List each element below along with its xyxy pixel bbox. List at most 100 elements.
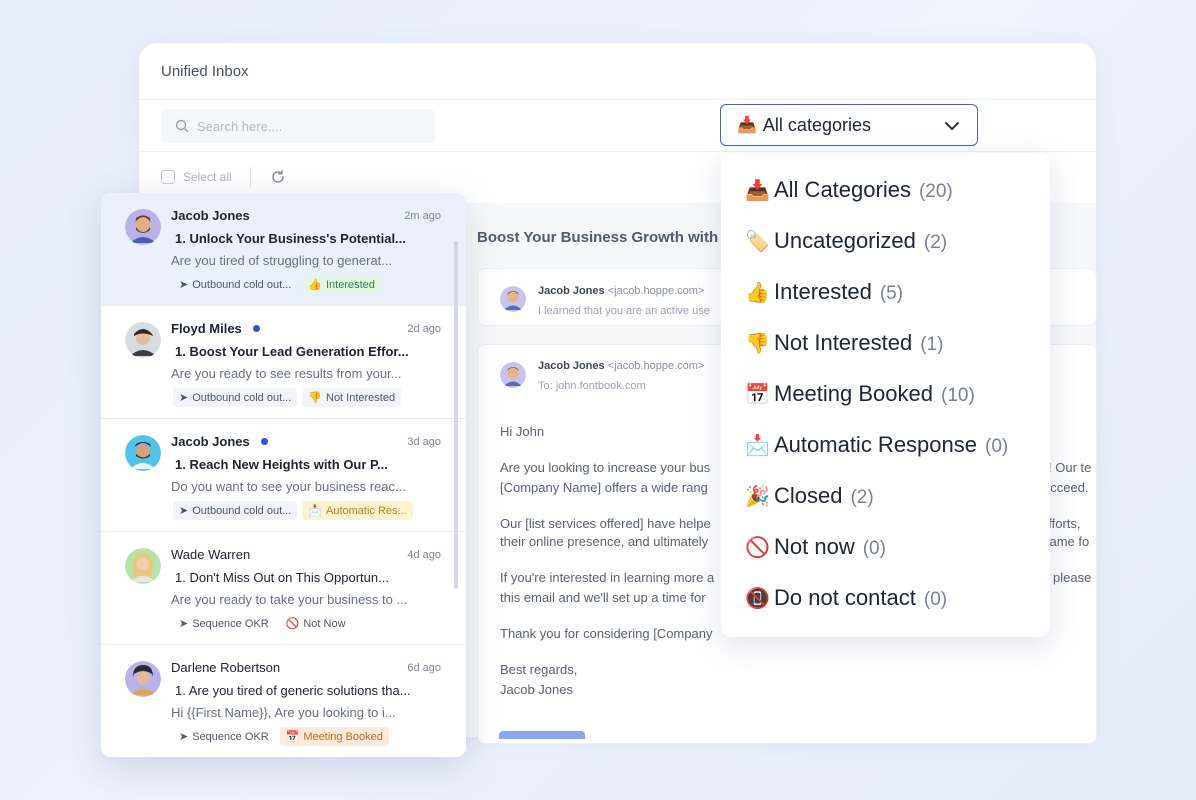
- email-line: If you're interested in learning more a: [500, 570, 715, 585]
- message-snippet: I learned that you are an active use: [538, 305, 710, 317]
- email-line: Our [list services offered] have helpe: [500, 516, 711, 531]
- recipient: To: john.fontbook.com: [538, 380, 646, 392]
- party-popper-icon: 🎉: [745, 486, 770, 508]
- send-icon: ➤: [179, 392, 189, 404]
- category-badge[interactable]: 🚫 Not Now: [279, 614, 352, 633]
- checkbox[interactable]: [161, 170, 175, 184]
- option-count: (0): [923, 589, 948, 610]
- message-row[interactable]: Wade Warren 4d ago 1. Don't Miss Out on …: [101, 532, 466, 645]
- campaign-tag: ➤ Outbound cold out...: [173, 388, 298, 407]
- toolbar-separator: [250, 167, 251, 187]
- search-input[interactable]: Search here....: [161, 109, 435, 143]
- avatar: [125, 209, 161, 245]
- message-time: 3d ago: [407, 436, 441, 448]
- option-label: All Categories: [774, 177, 911, 202]
- campaign-tag: ➤ Sequence OKR: [173, 727, 275, 746]
- avatar: [500, 286, 526, 312]
- page-title: Unified Inbox: [161, 63, 249, 80]
- option-count: (5): [879, 283, 904, 304]
- inbox-tray-icon: 📥: [745, 180, 770, 202]
- option-count: (0): [985, 436, 1009, 457]
- sender-name: Jacob Jones: [538, 285, 605, 297]
- select-all-checkbox[interactable]: Select all: [161, 170, 232, 184]
- message-row[interactable]: Floyd Miles 2d ago 1. Boost Your Lead Ge…: [101, 306, 466, 419]
- avatar: [125, 322, 161, 358]
- category-option-closed[interactable]: 🎉 Closed (2): [745, 483, 874, 509]
- search-icon: [175, 119, 189, 133]
- reader-subject: Boost Your Business Growth with O: [477, 229, 734, 246]
- message-preview: Are you ready to see results from your..…: [171, 366, 402, 381]
- avatar: [125, 548, 161, 584]
- option-count: (0): [862, 538, 886, 559]
- option-label: Meeting Booked: [774, 381, 933, 406]
- message-time: 6d ago: [407, 662, 441, 674]
- campaign-tag: ➤ Outbound cold out...: [179, 278, 292, 292]
- send-icon: ➤: [179, 505, 189, 517]
- toolbar-divider: [139, 151, 1096, 152]
- message-row[interactable]: Darlene Robertson 6d ago 1. Are you tire…: [101, 645, 466, 757]
- envelope-arrow-icon: 📩: [745, 435, 770, 457]
- category-option-automatic-response[interactable]: 📩 Automatic Response (0): [745, 432, 1008, 458]
- campaign-tag: ➤ Outbound cold out...: [173, 501, 298, 520]
- message-subject: 1. Are you tired of generic solutions th…: [175, 683, 411, 698]
- category-option-uncategorized[interactable]: 🏷️ Uncategorized (2): [745, 228, 947, 254]
- sender-name: Jacob Jones: [171, 208, 250, 223]
- reply-button[interactable]: [499, 731, 585, 739]
- category-badge[interactable]: 👍 Interested: [302, 275, 381, 294]
- category-badge[interactable]: 📅 Meeting Booked: [279, 727, 389, 746]
- refresh-icon[interactable]: [270, 169, 286, 185]
- email-line: this email and we'll set up a time for: [500, 590, 706, 605]
- message-subject: 1. Reach New Heights with Our P...: [175, 457, 388, 472]
- option-label: Not now: [774, 534, 855, 559]
- sender-email: <jacob.hoppe.com>: [607, 285, 705, 297]
- option-label: Not Interested: [774, 330, 913, 355]
- unread-dot: [252, 325, 260, 332]
- email-line: Thank you for considering [Company: [500, 626, 713, 641]
- campaign-tag: ➤ Sequence OKR: [173, 614, 275, 633]
- prohibited-icon: 🚫: [745, 537, 770, 559]
- inbox-tray-icon: 📥: [737, 117, 757, 134]
- sender-name: Darlene Robertson: [171, 660, 281, 675]
- message-preview: Are you ready to take your business to .…: [171, 592, 408, 607]
- header-divider: [139, 99, 1096, 100]
- email-signature: Jacob Jones: [500, 682, 573, 697]
- no-phone-icon: 📵: [745, 588, 770, 610]
- sender-name: Jacob Jones: [538, 360, 605, 372]
- message-row[interactable]: Jacob Jones 3d ago 1. Reach New Heights …: [101, 419, 466, 532]
- message-time: 2d ago: [407, 323, 441, 335]
- send-icon: ➤: [179, 618, 189, 630]
- category-badge[interactable]: 📩 Automatic Res...: [302, 501, 413, 520]
- category-option-not-now[interactable]: 🚫 Not now (0): [745, 534, 886, 560]
- option-count: (10): [941, 385, 975, 406]
- category-option-meeting-booked[interactable]: 📅 Meeting Booked (10): [745, 381, 975, 407]
- option-label: Do not contact: [774, 585, 916, 610]
- sender-email: <jacob.hoppe.com>: [607, 360, 705, 372]
- category-select[interactable]: 📥 All categories: [720, 104, 978, 146]
- category-option-interested[interactable]: 👍 Interested (5): [745, 279, 903, 305]
- message-time: 2m ago: [404, 210, 441, 222]
- option-count: (20): [918, 181, 953, 202]
- calendar-icon: 📅: [285, 731, 300, 743]
- prohibited-icon: 🚫: [285, 618, 300, 630]
- message-row[interactable]: Jacob Jones 2m ago 1. Unlock Your Busine…: [101, 193, 466, 306]
- message-subject: 1. Unlock Your Business's Potential...: [175, 231, 406, 246]
- chevron-down-icon: [945, 122, 959, 130]
- email-line: their online presence, and ultimately: [500, 534, 709, 549]
- category-option-all[interactable]: 📥 All Categories (20): [745, 177, 953, 203]
- send-icon: ➤: [179, 279, 189, 291]
- send-icon: ➤: [179, 731, 189, 743]
- sender-name: Wade Warren: [171, 547, 251, 562]
- inbox-icon: 📩: [308, 505, 322, 517]
- category-option-not-interested[interactable]: 👎 Not Interested (1): [745, 330, 943, 356]
- email-line: [Company Name] offers a wide rang: [500, 480, 708, 495]
- unread-dot: [260, 438, 268, 445]
- scrollbar[interactable]: [454, 241, 458, 589]
- category-option-do-not-contact[interactable]: 📵 Do not contact (0): [745, 585, 947, 611]
- search-placeholder: Search here....: [197, 118, 283, 134]
- message-preview: Do you want to see your business reac...: [171, 479, 406, 494]
- category-select-value: All categories: [762, 114, 871, 135]
- select-all-label: Select all: [183, 170, 232, 184]
- category-badge[interactable]: 👎 Not Interested: [302, 388, 402, 407]
- message-preview: Are you tired of struggling to generat..…: [171, 253, 393, 268]
- email-greeting: Hi John: [500, 424, 545, 439]
